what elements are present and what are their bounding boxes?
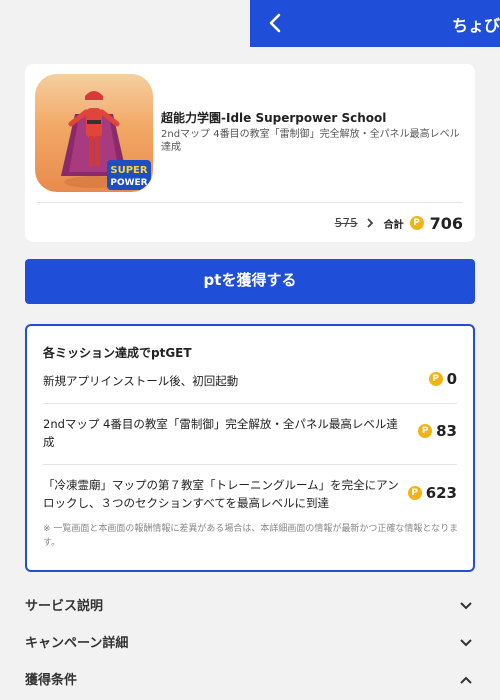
chevron-up-icon — [460, 676, 472, 684]
accordion-label: キャンペーン詳細 — [25, 636, 129, 651]
accordion-label: サービス説明 — [25, 599, 104, 614]
accordion-label: 獲得条件 — [25, 673, 78, 688]
header-title: ちょび — [452, 16, 500, 35]
point-coin-icon: P — [428, 372, 443, 386]
disclaimer-note: ※ 一覧画面と本画面の報酬情報に差異がある場合は、本詳細画面の情報が最新かつ正確… — [43, 524, 459, 548]
divider — [43, 464, 457, 465]
mission-text: 新規アプリインストール後、初回起動 — [43, 374, 239, 388]
total-points: 706 — [429, 213, 463, 233]
mission-points: P 83 — [418, 422, 457, 440]
chevron-right-icon — [366, 218, 373, 228]
icon-text-super: SUPER — [110, 165, 147, 176]
accordion-acquisition-conditions[interactable]: 獲得条件 — [25, 669, 475, 693]
app-description: 2ndマップ 4番目の教室「雷制御」完全解放・全パネル最高レベル達成 — [161, 129, 460, 153]
divider — [37, 202, 463, 203]
app-icon: SUPER POWER — [35, 74, 153, 192]
old-points: 575 — [334, 216, 358, 230]
app-card: SUPER POWER 超能力学園-Idle Superpower School… — [25, 64, 475, 242]
mission-text: 2ndマップ 4番目の教室「雷制御」完全解放・全パネル最高レベル達成 — [43, 417, 398, 449]
mission-points: P 0 — [428, 370, 457, 388]
mission-list: 各ミッション達成でptGET 新規アプリインストール後、初回起動 P 0 2nd… — [25, 324, 475, 572]
point-coin-icon: P — [409, 216, 424, 230]
superhero-icon: SUPER POWER — [61, 91, 151, 190]
mission-points: P 623 — [407, 484, 457, 502]
total-label: 合計 — [383, 219, 404, 231]
points-summary: 575 合計 P 706 — [335, 213, 463, 233]
mission-item: 新規アプリインストール後、初回起動 P 0 — [43, 370, 457, 390]
mission-text: 「冷凍霊廟」マップの第７教室「トレーニングルーム」を完全にアンロックし、３つのセ… — [43, 478, 399, 510]
chevron-down-icon — [460, 602, 472, 610]
app-name: 超能力学園-Idle Superpower School — [161, 111, 387, 125]
header-bar: ちょび — [250, 0, 500, 47]
chevron-left-icon[interactable] — [264, 11, 288, 35]
divider — [43, 403, 457, 404]
point-coin-icon: P — [418, 424, 433, 438]
icon-text-power: POWER — [110, 178, 147, 188]
mission-points-value: 0 — [446, 370, 457, 388]
chevron-down-icon — [460, 639, 472, 647]
accordion-campaign-details[interactable]: キャンペーン詳細 — [25, 632, 475, 656]
point-coin-icon: P — [407, 486, 422, 500]
mission-points-value: 623 — [425, 484, 457, 502]
mission-title: 各ミッション達成でptGET — [43, 346, 192, 360]
mission-item: 2ndマップ 4番目の教室「雷制御」完全解放・全パネル最高レベル達成 P 83 — [43, 415, 457, 451]
accordion-service-description[interactable]: サービス説明 — [25, 595, 475, 619]
get-points-button[interactable]: ptを獲得する — [25, 259, 475, 304]
mission-points-value: 83 — [436, 422, 457, 440]
mission-item: 「冷凍霊廟」マップの第７教室「トレーニングルーム」を完全にアンロックし、３つのセ… — [43, 476, 457, 512]
